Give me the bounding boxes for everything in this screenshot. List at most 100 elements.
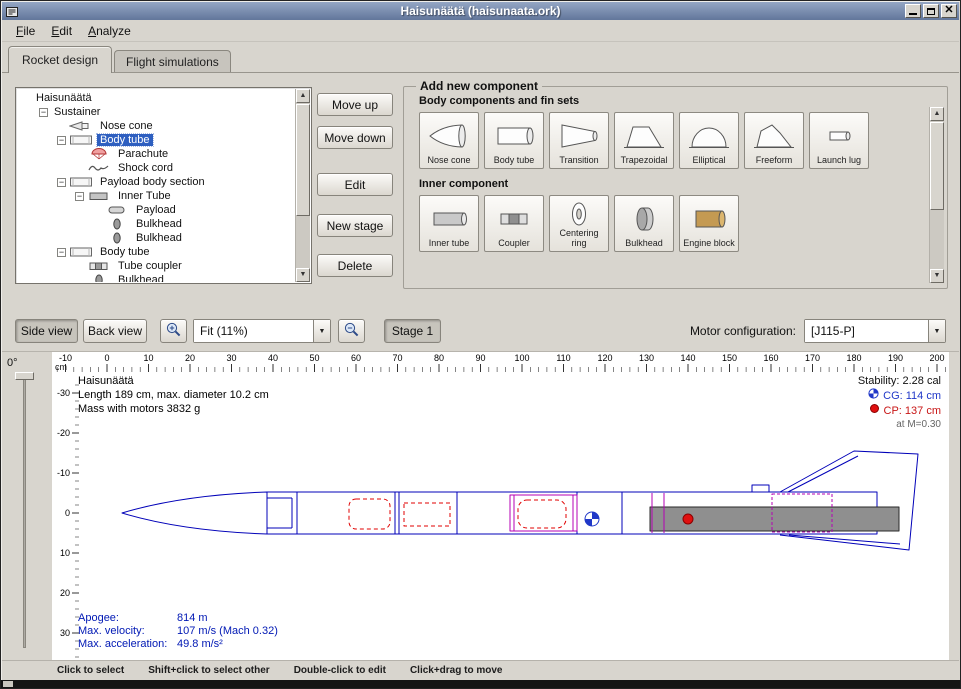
svg-text:0: 0 [104, 353, 109, 363]
close-button-icon[interactable]: ✕ [941, 4, 957, 18]
body-tube-icon [492, 115, 536, 156]
body-tube-button[interactable]: Body tube [484, 112, 544, 169]
rocket-figure[interactable]: -100102030405060708090100110120130140150… [52, 352, 949, 662]
group-label-body-components: Body components and fin sets [419, 95, 937, 107]
new-stage-button[interactable]: New stage [317, 214, 393, 237]
freeform-button[interactable]: Freeform [744, 112, 804, 169]
menu-analyze[interactable]: Analyze [80, 21, 139, 41]
minimize-button-icon[interactable] [905, 4, 921, 18]
resize-grip[interactable] [3, 681, 13, 687]
menu-file[interactable]: File [8, 21, 43, 41]
rotation-slider[interactable] [23, 376, 26, 648]
nose-cone-icon [427, 115, 471, 156]
svg-text:160: 160 [763, 353, 778, 363]
back-view-button[interactable]: Back view [83, 319, 147, 343]
mach-note: at M=0.30 [858, 418, 941, 432]
menu-edit[interactable]: Edit [43, 21, 80, 41]
rotation-slider-handle[interactable] [15, 372, 34, 380]
nose-cone-icon [69, 120, 93, 132]
shock-cord-icon [87, 162, 111, 174]
move-up-button[interactable]: Move up [317, 93, 393, 116]
svg-text:10: 10 [143, 353, 153, 363]
tree-item-shock-cord[interactable]: Shock cord [17, 161, 295, 175]
title-bar[interactable]: Haisunäätä (haisunaata.ork) ✕ [2, 2, 959, 20]
delete-button[interactable]: Delete [317, 254, 393, 277]
inner-tube-button[interactable]: Inner tube [419, 195, 479, 252]
cp-value: CP: 137 cm [884, 404, 941, 418]
svg-text:110: 110 [556, 353, 570, 363]
tree-item-sustainer[interactable]: −Sustainer [17, 105, 295, 119]
hint-click-to-select: Click to select [57, 665, 124, 676]
centering-ring-button[interactable]: Centering ring [549, 195, 609, 252]
tree-item-inner-tube[interactable]: − Inner Tube [17, 189, 295, 203]
tree-item-nose-cone[interactable]: Nose cone [17, 119, 295, 133]
tree-item-payload[interactable]: Payload [17, 203, 295, 217]
hint-double-click: Double-click to edit [294, 665, 386, 676]
motor-configuration-combobox[interactable]: [J115-P] ▼ [804, 319, 946, 343]
tree-item-bulkhead[interactable]: Bulkhead [17, 273, 295, 282]
transition-button[interactable]: Transition [549, 112, 609, 169]
max-velocity-value: 107 m/s (Mach 0.32) [177, 625, 278, 637]
move-down-button[interactable]: Move down [317, 126, 393, 149]
cp-marker [683, 514, 693, 524]
status-bar: Click to select Shift+click to select ot… [2, 660, 959, 680]
side-view-button[interactable]: Side view [15, 319, 78, 343]
maximize-button-icon[interactable] [923, 4, 939, 18]
elliptical-button[interactable]: Elliptical [679, 112, 739, 169]
scroll-down-icon[interactable]: ▼ [296, 268, 310, 282]
tree-scrollbar[interactable]: ▲ ▼ [295, 89, 310, 282]
engine-block-button[interactable]: Engine block [679, 195, 739, 252]
coupler-icon [492, 198, 536, 239]
component-button-label: Launch lug [817, 156, 861, 166]
tree-item-tube-coupler[interactable]: Tube coupler [17, 259, 295, 273]
tree-expander-icon[interactable]: − [57, 136, 66, 145]
chevron-down-icon[interactable]: ▼ [928, 320, 945, 342]
tree-expander-icon[interactable]: − [39, 108, 48, 117]
tree-item-label: Inner Tube [115, 190, 174, 202]
component-tree[interactable]: Haisunäätä−SustainerNose cone−Body tubeP… [17, 89, 295, 282]
tree-item-haisun-t-[interactable]: Haisunäätä [17, 91, 295, 105]
zoom-out-button[interactable] [338, 319, 365, 343]
tab-rocket-design[interactable]: Rocket design [8, 46, 112, 73]
scroll-up-icon[interactable]: ▲ [930, 107, 944, 121]
coupler-button[interactable]: Coupler [484, 195, 544, 252]
tab-bar: Rocket design Flight simulations [2, 42, 959, 73]
zoom-level-combobox[interactable]: Fit (11%) ▼ [193, 319, 331, 343]
zoom-in-button[interactable] [160, 319, 187, 343]
window-bottom-edge [1, 680, 960, 688]
launch-lug-button[interactable]: Launch lug [809, 112, 869, 169]
tab-flight-simulations[interactable]: Flight simulations [114, 50, 231, 73]
nose-cone-button[interactable]: Nose cone [419, 112, 479, 169]
scrollbar-thumb[interactable] [296, 104, 310, 216]
tree-expander-icon[interactable]: − [57, 178, 66, 187]
trapezoidal-button[interactable]: Trapezoidal [614, 112, 674, 169]
tree-expander-icon[interactable]: − [75, 192, 84, 201]
tree-item-bulkhead[interactable]: Bulkhead [17, 231, 295, 245]
tree-item-body-tube[interactable]: −Body tube [17, 245, 295, 259]
tree-item-label: Payload body section [97, 176, 208, 188]
svg-text:60: 60 [351, 353, 361, 363]
tree-item-payload-body-section[interactable]: − Payload body section [17, 175, 295, 189]
vertical-ruler: -30-20-100102030 [57, 385, 79, 657]
window-menu-icon[interactable] [5, 5, 19, 18]
edit-button[interactable]: Edit [317, 173, 393, 196]
bulkhead-button[interactable]: Bulkhead [614, 195, 674, 252]
ruler-unit-label: cm [55, 362, 67, 372]
svg-text:120: 120 [597, 353, 612, 363]
scroll-down-icon[interactable]: ▼ [930, 269, 944, 283]
scroll-up-icon[interactable]: ▲ [296, 89, 310, 103]
tree-item-bulkhead[interactable]: Bulkhead [17, 217, 295, 231]
component-panel-scrollbar[interactable]: ▲ ▼ [929, 107, 944, 283]
scrollbar-thumb[interactable] [930, 122, 944, 210]
chevron-down-icon[interactable]: ▼ [313, 320, 330, 342]
rocket-drawing[interactable] [122, 451, 918, 550]
component-button-label: Bulkhead [625, 239, 663, 249]
svg-text:20: 20 [185, 353, 195, 363]
apogee-row: Apogee:814 m [78, 612, 278, 625]
tree-item-parachute[interactable]: Parachute [17, 147, 295, 161]
tree-expander-icon[interactable]: − [57, 248, 66, 257]
inner-tube-icon [87, 190, 111, 202]
tree-item-label: Bulkhead [133, 232, 185, 244]
stage-1-toggle-button[interactable]: Stage 1 [384, 319, 441, 343]
tree-item-body-tube[interactable]: −Body tube [17, 133, 295, 147]
